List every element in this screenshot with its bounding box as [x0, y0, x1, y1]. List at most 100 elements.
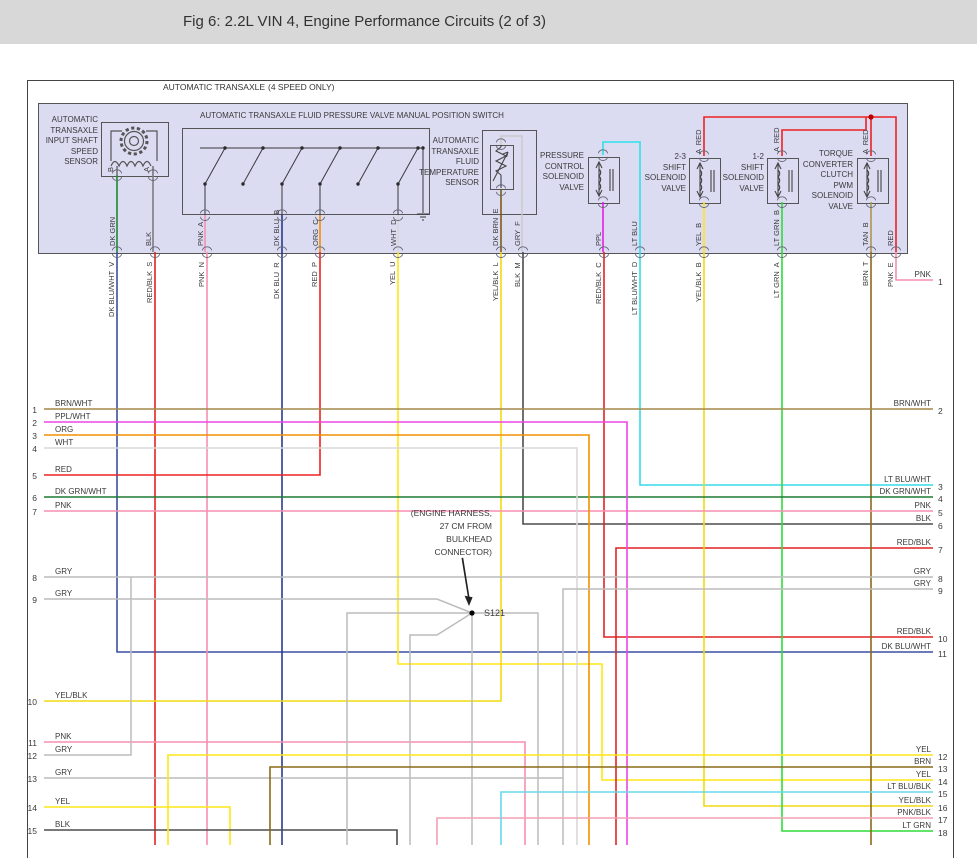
- wire-color-label: BLK M: [513, 262, 522, 287]
- left-row-number: 3: [32, 431, 37, 441]
- right-row-label: PNK: [914, 270, 931, 279]
- wire-color-label: LT GRN B: [772, 210, 781, 246]
- speed-sensor-label: AUTOMATIC: [51, 115, 98, 124]
- left-row-number: 7: [32, 507, 37, 517]
- right-row-number: 6: [938, 521, 943, 531]
- wire-color-label: PPL: [594, 231, 603, 246]
- right-row-number: 18: [938, 828, 948, 838]
- wire-color-label: DK BLU/WHT V: [107, 261, 116, 317]
- right-row-number: 10: [938, 634, 948, 644]
- tcc-pwm-solenoid-label: SOLENOID: [811, 191, 853, 200]
- splice-label: S121: [484, 608, 506, 618]
- right-row-number: 16: [938, 803, 948, 813]
- left-row-number: 2: [32, 418, 37, 428]
- left-row-number: 5: [32, 471, 37, 481]
- tcc-pwm-solenoid-label: CLUTCH: [820, 170, 853, 179]
- right-row-label: GRY: [913, 567, 931, 576]
- wire-color-label: WHT D: [389, 219, 398, 246]
- wire-color-label: YEL/BLK L: [491, 262, 500, 301]
- right-row-number: 13: [938, 764, 948, 774]
- left-row-label: PNK: [55, 501, 72, 510]
- left-row-label: PPL/WHT: [55, 412, 91, 421]
- wire-color-label: A: [142, 166, 151, 172]
- right-row-label: BLK: [915, 514, 931, 523]
- right-row-label: DK BLU/WHT: [881, 642, 931, 651]
- speed-sensor-label: SENSOR: [64, 157, 98, 166]
- left-row-label: BRN/WHT: [55, 399, 93, 408]
- left-row-number: 8: [32, 573, 37, 583]
- wire-color-label: YEL U: [388, 261, 397, 285]
- icon-layer: [110, 126, 882, 606]
- right-row-label: YEL/BLK: [898, 796, 931, 805]
- left-row-label: YEL/BLK: [55, 691, 88, 700]
- left-row-label: BLK: [55, 820, 71, 829]
- right-row-label: PNK: [914, 501, 931, 510]
- wire-color-label: RED P: [310, 261, 319, 287]
- wire-color-label: PNK N: [197, 261, 206, 287]
- left-row-label: RED: [55, 465, 72, 474]
- wire-color-label: RED: [886, 230, 895, 246]
- right-row-label: PNK/BLK: [897, 808, 931, 817]
- wire-color-label: LT GRN A: [772, 262, 781, 298]
- engine-harness-note: 27 CM FROM: [439, 521, 492, 531]
- right-row-number: 14: [938, 777, 948, 787]
- wire-color-label: A RED: [861, 129, 870, 154]
- left-row-label: GRY: [55, 567, 73, 576]
- wire-color-label: DK BRN E: [491, 208, 500, 246]
- left-row-number: 9: [32, 595, 37, 605]
- right-row-label: YEL: [915, 745, 931, 754]
- tcc-pwm-solenoid-label: CONVERTER: [802, 159, 853, 169]
- left-row-number: 4: [32, 444, 37, 454]
- left-row-label: PNK: [55, 732, 72, 741]
- right-row-number: 17: [938, 815, 948, 825]
- right-row-label: RED/BLK: [896, 538, 931, 547]
- right-row-label: RED/BLK: [896, 627, 931, 636]
- section-title: (4 SPEED ONLY): [268, 82, 335, 92]
- left-row-number: 10: [27, 697, 37, 707]
- left-row-number: 14: [27, 803, 37, 813]
- tcc-pwm-solenoid-coil-icon: [863, 161, 882, 199]
- wire-color-label: B: [106, 166, 115, 172]
- wire-color-label: RED/BLK C: [594, 262, 603, 304]
- left-row-number: 15: [27, 826, 37, 836]
- right-row-number: 4: [938, 494, 943, 504]
- left-row-number: 1: [32, 405, 37, 415]
- right-row-number: 8: [938, 574, 943, 584]
- engine-harness-note: BULKHEAD: [446, 534, 492, 544]
- wiring-diagram-page: Fig 6: 2.2L VIN 4, Engine Performance Ci…: [0, 0, 977, 858]
- tcc-pwm-solenoid-label: VALVE: [828, 201, 853, 211]
- wire-color-label: DK GRN: [108, 216, 117, 246]
- wire-color-label: PNK E: [886, 262, 895, 287]
- left-row-label: GRY: [55, 589, 73, 598]
- wire-color-label: BRN T: [861, 261, 870, 286]
- right-row-number: 1: [938, 277, 943, 287]
- left-row-number: 12: [27, 751, 37, 761]
- wire-color-label: PNK A: [196, 221, 205, 246]
- wire-color-label: YEL/BLK B: [694, 262, 703, 302]
- wire-color-label: A RED: [694, 129, 703, 154]
- speed-sensor-label: TRANSAXLE: [50, 125, 98, 135]
- right-row-label: LT GRN: [902, 821, 931, 830]
- right-row-number: 11: [938, 649, 947, 659]
- tcc-pwm-solenoid-label: PWM: [833, 180, 853, 190]
- right-row-label: LT BLU/BLK: [887, 782, 931, 791]
- left-row-label: YEL: [55, 797, 71, 806]
- speed-sensor-label: SPEED: [70, 146, 98, 156]
- position-switch-label: AUTOMATIC TRANSAXLE FLUID PRESSURE VALVE…: [200, 111, 504, 120]
- speed-sensor-label: INPUT SHAFT: [45, 136, 98, 145]
- temp-sensor-label: AUTOMATIC: [432, 136, 479, 145]
- right-row-number: 9: [938, 586, 943, 596]
- left-row-label: ORG: [55, 425, 74, 434]
- wire-color-label: DK BLU R: [272, 262, 281, 299]
- engine-harness-note: CONNECTOR): [434, 547, 492, 557]
- wire-color-label: GRY F: [513, 221, 522, 246]
- left-row-label: DK GRN/WHT: [55, 487, 107, 496]
- right-row-label: BRN: [914, 757, 931, 766]
- left-row-label: GRY: [55, 768, 73, 777]
- left-row-label: GRY: [55, 745, 73, 754]
- wire-color-label: LT BLU: [630, 221, 639, 246]
- wire-color-label: BLK: [144, 231, 153, 246]
- right-row-number: 3: [938, 482, 943, 492]
- right-row-number: 5: [938, 508, 943, 518]
- engine-harness-note: (ENGINE HARNESS,: [410, 508, 492, 518]
